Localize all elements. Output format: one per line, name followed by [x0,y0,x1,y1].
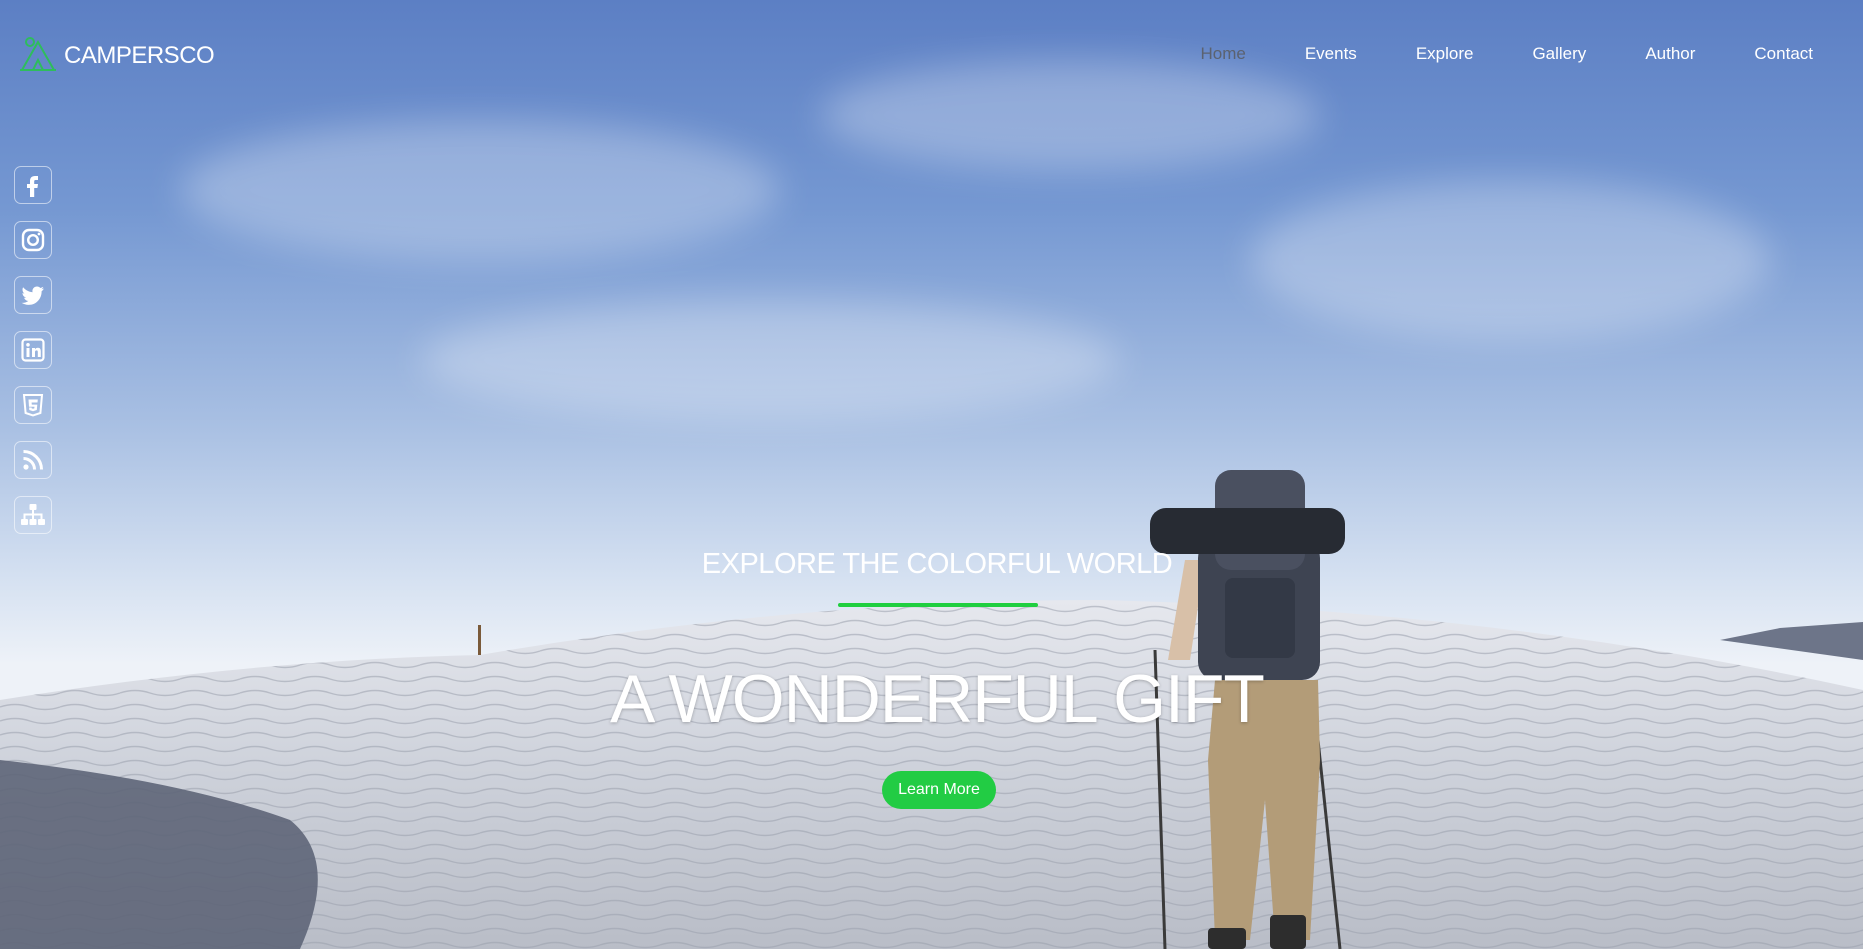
subtitle-underline [838,603,1038,607]
nav-explore[interactable]: Explore [1416,44,1474,64]
instagram-icon [21,228,45,252]
html5-icon [22,394,44,417]
social-instagram[interactable] [14,221,52,259]
social-html5[interactable] [14,386,52,424]
hero-subtitle: EXPLORE THE COLORFUL WORLD [701,548,1173,580]
sitemap-icon [21,504,45,525]
main-navigation: Home Events Explore Gallery Author Conta… [1141,44,1813,64]
twitter-icon [21,286,44,305]
social-facebook[interactable] [14,166,52,204]
distant-hill [1720,622,1863,660]
nav-contact[interactable]: Contact [1754,44,1813,64]
learn-more-button[interactable]: Learn More [882,771,996,809]
nav-events[interactable]: Events [1305,44,1357,64]
camping-tent-icon [18,34,58,77]
social-twitter[interactable] [14,276,52,314]
social-linkedin[interactable] [14,331,52,369]
nav-gallery[interactable]: Gallery [1532,44,1586,64]
nav-author[interactable]: Author [1645,44,1695,64]
rss-icon [23,450,43,470]
social-sidebar [14,166,52,551]
hero-headline: A WONDERFUL GIFT [610,661,1265,737]
brand-logo[interactable]: CAMPERSCO [18,34,215,77]
social-sitemap[interactable] [14,496,52,534]
nav-home[interactable]: Home [1200,44,1245,64]
facebook-icon [27,176,38,197]
linkedin-icon [21,338,45,362]
brand-name: CAMPERSCO [64,41,215,69]
social-rss[interactable] [14,441,52,479]
